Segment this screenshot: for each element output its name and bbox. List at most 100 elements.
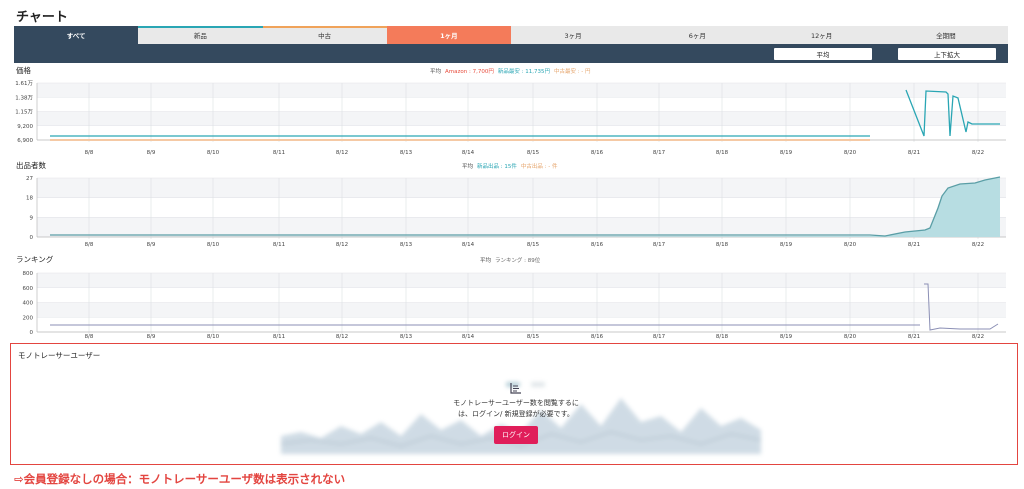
- ranking-x-tick: 8/18: [716, 334, 729, 340]
- price-x-tick: 8/15: [527, 150, 540, 156]
- ranking-x-tick: 8/12: [336, 334, 348, 340]
- sellers-grid-band: [37, 178, 1006, 198]
- price-legend-amazon: Amazon : 7,700円: [445, 69, 494, 75]
- price-x-tick: 8/21: [908, 150, 920, 156]
- annotation-note: ⇨会員登録なしの場合：モノトレーサーユーザ数は表示されない: [14, 472, 346, 486]
- price-grid-band: [37, 83, 1006, 98]
- sellers-legend: 平均 新品出品 : 15件 中古出品 : - 件: [462, 162, 557, 170]
- tab-indicator-bar: [138, 26, 263, 28]
- ranking-legend: 平均 ランキング : 89位: [480, 256, 540, 264]
- price-x-tick: 8/17: [653, 150, 666, 156]
- ranking-x-tick: 8/20: [844, 334, 857, 340]
- price-x-tick: 8/9: [147, 150, 156, 156]
- tab-1[interactable]: 新品: [138, 26, 263, 44]
- price-y-tick: 1.15万: [15, 109, 33, 116]
- price-legend-new: 新品最安 : 11,735円: [497, 69, 550, 75]
- sellers-chart: 27 18 9 0 8/8 8/9 8/10 8/11 8/12 8/13 8/14 8/15 8/16…: [26, 176, 1006, 248]
- sellers-x-tick: 8/19: [780, 242, 793, 248]
- average-button[interactable]: 平均: [774, 48, 872, 60]
- price-x-tick: 8/10: [207, 150, 220, 156]
- page-title: チャート: [16, 10, 68, 25]
- ranking-y-tick: 200: [23, 315, 34, 321]
- price-legend: 平均 Amazon : 7,700円 新品最安 : 11,735円 中古最安 : - …: [430, 67, 591, 75]
- chart-page: チャート すべて 新品 中古 1ヶ月 3ヶ月 6ヶ月 12ヶ月 全期間 平均 上下拡大 価格 …: [0, 0, 1024, 489]
- tab-7[interactable]: 全期間: [883, 26, 1008, 44]
- ranking-x-tick: 8/8: [85, 334, 94, 340]
- price-legend-used: 中古最安 : - 円: [553, 69, 591, 75]
- sellers-x-tick: 8/9: [147, 242, 156, 248]
- mono-tracer-section: モノトレーサーユーザー モノトレーサーユーザー数を閲覧するに は、ログイン/ 新…: [10, 343, 1018, 465]
- zoom-button[interactable]: 上下拡大: [898, 48, 996, 60]
- ranking-legend-avg: 平均: [480, 258, 492, 264]
- sellers-x-tick: 8/12: [336, 242, 348, 248]
- sellers-y-tick: 0: [30, 235, 34, 241]
- sellers-x-tick: 8/11: [273, 242, 285, 248]
- sellers-x-tick: 8/17: [653, 242, 666, 248]
- price-x-tick: 8/18: [716, 150, 729, 156]
- price-legend-avg: 平均: [430, 69, 442, 75]
- sellers-y-tick: 18: [26, 196, 33, 202]
- ranking-chart-label: ランキング: [16, 255, 54, 264]
- sellers-x-tick: 8/22: [972, 242, 984, 248]
- ranking-y-tick: 600: [23, 286, 34, 292]
- tab-6[interactable]: 12ヶ月: [759, 26, 884, 44]
- login-message-line-2: は、ログイン/ 新規登録が必要です。: [458, 410, 574, 418]
- sellers-x-tick: 8/18: [716, 242, 729, 248]
- tab-indicator-bar: [262, 26, 387, 28]
- ranking-y-tick: 400: [23, 301, 34, 307]
- price-y-tick: 9,200: [17, 124, 33, 130]
- sellers-x-tick: 8/10: [207, 242, 220, 248]
- ranking-x-tick: 8/9: [147, 334, 156, 340]
- tab-label: 6ヶ月: [688, 32, 706, 40]
- ranking-x-tick: 8/15: [527, 334, 540, 340]
- price-x-tick: 8/20: [844, 150, 857, 156]
- price-x-tick: 8/19: [780, 150, 793, 156]
- price-x-tick: 8/11: [273, 150, 285, 156]
- tab-label: 全期間: [936, 32, 956, 40]
- sellers-x-tick: 8/20: [844, 242, 857, 248]
- sellers-y-tick: 9: [30, 215, 34, 221]
- tab-3[interactable]: 1ヶ月: [386, 26, 511, 44]
- price-x-tick: 8/14: [462, 150, 475, 156]
- tab-5[interactable]: 6ヶ月: [635, 26, 760, 44]
- ranking-chart: 800 600 400 200 0 8/8 8/9 8/10 8/11 8/12 8/13 8/14 8…: [23, 271, 1006, 340]
- sellers-legend-new: 新品出品 : 15件: [477, 164, 517, 170]
- tab-label: すべて: [66, 32, 86, 40]
- login-message-line-1: モノトレーサーユーザー数を閲覧するに: [453, 399, 579, 407]
- tab-label: 3ヶ月: [564, 32, 582, 40]
- ranking-y-tick: 800: [23, 271, 34, 277]
- login-button[interactable]: ログイン: [494, 426, 538, 444]
- sellers-x-tick: 8/8: [85, 242, 94, 248]
- price-x-tick: 8/12: [336, 150, 348, 156]
- price-chart: 1.61万 1.38万 1.15万 9,200 6,900 8/8 8/9 8/10 8/11 8…: [15, 80, 1006, 156]
- mono-tracer-title: モノトレーサーユーザー: [18, 351, 101, 360]
- sellers-x-tick: 8/14: [462, 242, 475, 248]
- ranking-x-tick: 8/10: [207, 334, 220, 340]
- period-tabs: すべて 新品 中古 1ヶ月 3ヶ月 6ヶ月 12ヶ月 全期間: [14, 26, 1008, 44]
- sellers-grid-band: [37, 217, 1006, 237]
- ranking-x-tick: 8/11: [273, 334, 285, 340]
- tab-2[interactable]: 中古: [262, 26, 387, 44]
- price-chart-label: 価格: [16, 66, 31, 75]
- ranking-grid-band: [37, 273, 1006, 288]
- tab-label: 12ヶ月: [810, 32, 833, 40]
- price-y-tick: 1.38万: [15, 94, 33, 101]
- login-prompt: モノトレーサーユーザー数を閲覧するに は、ログイン/ 新規登録が必要です。 ログ…: [391, 382, 641, 444]
- ranking-grid-band: [37, 302, 1006, 318]
- ranking-y-tick: 0: [30, 330, 34, 336]
- ranking-x-tick: 8/16: [591, 334, 604, 340]
- price-y-tick: 6,900: [17, 138, 33, 144]
- sellers-x-tick: 8/13: [400, 242, 413, 248]
- tab-4[interactable]: 3ヶ月: [511, 26, 636, 44]
- tab-0[interactable]: すべて: [14, 26, 139, 44]
- ranking-x-tick: 8/14: [462, 334, 475, 340]
- tab-label: 新品: [193, 32, 207, 40]
- ranking-x-tick: 8/13: [400, 334, 413, 340]
- ranking-x-tick: 8/17: [653, 334, 666, 340]
- ranking-legend-rank: ランキング : 89位: [495, 258, 541, 264]
- sellers-x-tick: 8/21: [908, 242, 920, 248]
- tab-label: 1ヶ月: [440, 32, 458, 40]
- price-y-tick: 1.61万: [15, 80, 33, 87]
- sellers-legend-used: 中古出品 : - 件: [520, 164, 558, 170]
- sellers-x-tick: 8/15: [527, 242, 540, 248]
